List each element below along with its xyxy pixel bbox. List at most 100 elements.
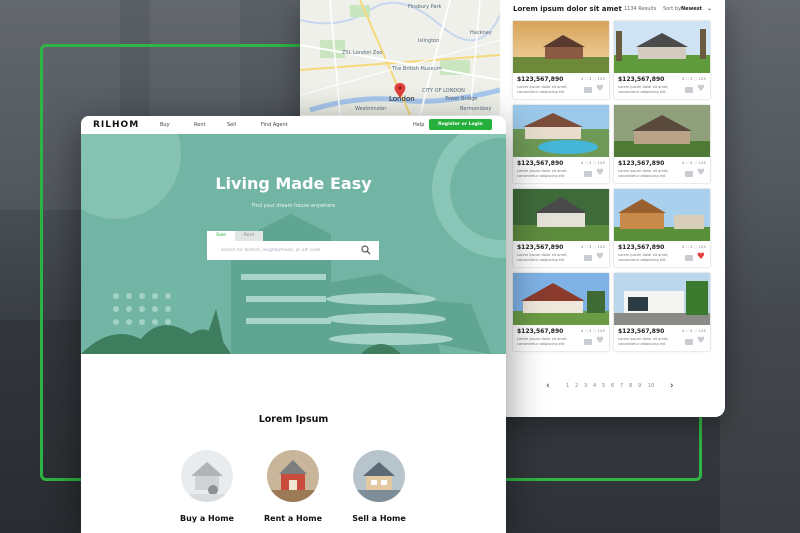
listing-price: $123,567,890	[517, 76, 564, 83]
listing-meta: 4 ⛶ 3 ◌ 125	[682, 77, 706, 81]
heart-icon[interactable]: ♥	[697, 337, 705, 346]
mail-icon[interactable]	[584, 339, 592, 345]
listing-card[interactable]: $123,567,890 4 ⛶ 3 ◌ 125 Lorem ipsum dol…	[614, 105, 710, 183]
mail-icon[interactable]	[685, 171, 693, 177]
heart-icon[interactable]: ♥	[697, 85, 705, 94]
listing-description: Lorem ipsum dolor sit amet, consectetur a…	[517, 85, 568, 94]
page-link[interactable]: 7	[620, 383, 623, 389]
toy-house-image[interactable]	[267, 450, 319, 502]
house-photo[interactable]	[513, 105, 609, 157]
nav-find-agent[interactable]: Find Agent	[261, 122, 288, 128]
hero-banner: Living Made Easy Find your dream house a…	[81, 134, 506, 354]
listing-price: $123,567,890	[618, 76, 665, 83]
map-view[interactable]: Finsbury Park Hackney Islington ZSL Lond…	[300, 0, 500, 115]
tab-rent[interactable]: Rent	[235, 231, 263, 241]
listing-card[interactable]: $123,567,890 4 ⛶ 3 ◌ 125 Lorem ipsum dol…	[513, 273, 609, 351]
search-icon[interactable]	[361, 245, 371, 255]
page-link[interactable]: 9	[638, 383, 641, 389]
chevron-left-icon[interactable]: ‹	[546, 381, 550, 391]
listing-card[interactable]: $123,567,890 4 ⛶ 3 ◌ 125 Lorem ipsum dol…	[513, 105, 609, 183]
listing-meta: 4 ⛶ 3 ◌ 125	[682, 161, 706, 165]
section-title: Lorem Ipsum	[258, 414, 329, 425]
house-model-image[interactable]	[353, 450, 405, 502]
listing-price: $123,567,890	[618, 328, 665, 335]
listing-meta: 4 ⛶ 3 ◌ 125	[581, 77, 605, 81]
listing-card[interactable]: $123,567,890 4 ⛶ 3 ◌ 125 Lorem ipsum dol…	[614, 273, 710, 351]
map-label-city: London	[389, 95, 415, 103]
listing-meta: 4 ⛶ 3 ◌ 125	[682, 245, 706, 249]
listing-price: $123,567,890	[618, 244, 665, 251]
listing-description: Lorem ipsum dolor sit amet, consectetur a…	[618, 253, 669, 262]
listing-meta: 4 ⛶ 3 ◌ 125	[581, 329, 605, 333]
house-photo[interactable]	[513, 21, 609, 73]
mail-icon[interactable]	[685, 339, 693, 345]
nav-buy[interactable]: Buy	[160, 122, 170, 128]
search-box: Sale Rent	[207, 231, 379, 263]
service-label: Sell a Home	[352, 514, 406, 523]
listing-description: Lorem ipsum dolor sit amet, consectetur a…	[517, 253, 568, 262]
tab-sale[interactable]: Sale	[207, 231, 235, 241]
mail-icon[interactable]	[685, 255, 693, 261]
heart-icon[interactable]: ♥	[596, 253, 604, 262]
hero-title: Living Made Easy	[215, 174, 372, 193]
mail-icon[interactable]	[584, 255, 592, 261]
house-photo[interactable]	[614, 189, 710, 241]
page-link[interactable]: 5	[602, 383, 605, 389]
listing-description: Lorem ipsum dolor sit amet, consectetur a…	[618, 337, 669, 346]
chevron-right-icon[interactable]: ›	[670, 381, 674, 391]
listing-card[interactable]: $123,567,890 4 ⛶ 3 ◌ 125 Lorem ipsum dol…	[513, 21, 609, 99]
listing-description: Lorem ipsum dolor sit amet, consectetur a…	[517, 169, 568, 178]
heart-icon[interactable]: ♥	[596, 337, 604, 346]
search-input[interactable]	[207, 241, 379, 260]
house-keys-image[interactable]	[181, 450, 233, 502]
service-buy[interactable]: Buy a Home	[177, 450, 237, 533]
sort-label: Sort by:	[663, 6, 683, 12]
brand-logo[interactable]: RILHOM	[93, 120, 139, 130]
results-count: 1134 Results	[624, 6, 657, 12]
mail-icon[interactable]	[584, 171, 592, 177]
results-panel: Lorem ipsum dolor sit amet 1134 Results …	[510, 0, 725, 417]
house-photo[interactable]	[614, 21, 710, 73]
page-link[interactable]: 2	[575, 383, 578, 389]
sort-dropdown[interactable]: Newest	[681, 6, 702, 12]
listing-price: $123,567,890	[517, 328, 564, 335]
heart-icon[interactable]: ♥	[697, 169, 705, 178]
page-link[interactable]: 1	[566, 383, 569, 389]
listing-card[interactable]: $123,567,890 4 ⛶ 3 ◌ 125 Lorem ipsum dol…	[614, 189, 710, 267]
map-label: Bermondsey	[460, 106, 492, 112]
nav-help[interactable]: Help	[413, 122, 424, 128]
mail-icon[interactable]	[584, 87, 592, 93]
house-photo[interactable]	[513, 189, 609, 241]
listing-meta: 4 ⛶ 3 ◌ 125	[581, 161, 605, 165]
page-link[interactable]: 8	[629, 383, 632, 389]
register-login-button[interactable]: Register or Login	[429, 119, 492, 130]
service-sell[interactable]: Sell a Home	[349, 450, 409, 533]
results-header: Lorem ipsum dolor sit amet 1134 Results …	[513, 5, 718, 15]
page-link[interactable]: 6	[611, 383, 614, 389]
house-photo[interactable]	[614, 105, 710, 157]
listing-meta: 4 ⛶ 3 ◌ 125	[682, 329, 706, 333]
listing-price: $123,567,890	[517, 160, 564, 167]
service-label: Rent a Home	[263, 514, 323, 523]
page-link[interactable]: 3	[584, 383, 587, 389]
listing-card[interactable]: $123,567,890 4 ⛶ 3 ◌ 125 Lorem ipsum dol…	[614, 21, 710, 99]
listing-meta: 4 ⛶ 3 ◌ 125	[581, 245, 605, 249]
page-link[interactable]: 4	[593, 383, 596, 389]
heart-icon[interactable]: ♥	[596, 169, 604, 178]
listing-price: $123,567,890	[517, 244, 564, 251]
service-label: Buy a Home	[180, 514, 234, 523]
nav-rent[interactable]: Rent	[194, 122, 205, 128]
page-link[interactable]: 10	[648, 383, 654, 389]
house-photo[interactable]	[513, 273, 609, 325]
listing-card[interactable]: $123,567,890 4 ⛶ 3 ◌ 125 Lorem ipsum dol…	[513, 189, 609, 267]
nav-sell[interactable]: Sell	[227, 122, 236, 128]
listing-description: Lorem ipsum dolor sit amet, consectetur a…	[517, 337, 568, 346]
chevron-down-icon[interactable]: ⌄	[707, 5, 712, 12]
house-photo[interactable]	[614, 273, 710, 325]
map-label: CITY OF LONDON	[422, 88, 465, 94]
mail-icon[interactable]	[685, 87, 693, 93]
map-label: Islington	[418, 38, 440, 44]
heart-icon-active[interactable]: ♥	[697, 253, 705, 262]
service-rent[interactable]: Rent a Home	[263, 450, 323, 533]
heart-icon[interactable]: ♥	[596, 85, 604, 94]
